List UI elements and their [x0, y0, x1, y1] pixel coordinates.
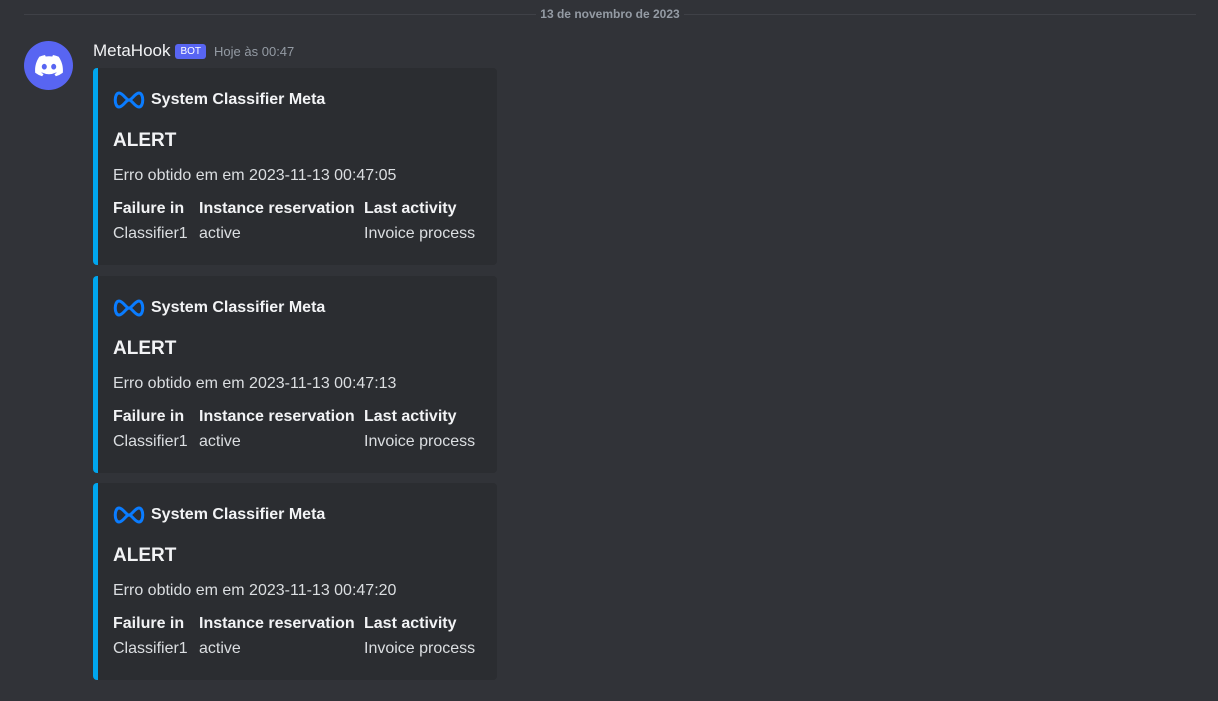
message-header: MetaHook BOT Hoje às 00:47: [93, 40, 294, 62]
embed-description: Erro obtido em em 2023-11-13 00:47:20: [113, 582, 397, 599]
field-value: Invoice process: [364, 640, 476, 657]
field-name: Last activity: [364, 408, 457, 425]
field-value: active: [199, 640, 241, 657]
embed-card: System Classifier Meta ALERT Erro obtido…: [93, 68, 497, 265]
field-value: active: [199, 433, 241, 450]
embed-title: ALERT: [113, 338, 177, 359]
embed-author: System Classifier Meta: [113, 506, 325, 524]
field-name: Last activity: [364, 200, 457, 217]
field-name: Last activity: [364, 615, 457, 632]
meta-logo-icon: [113, 506, 145, 524]
divider-line-left: [24, 13, 537, 15]
embed-field-last-activity: Last activity Invoice process: [364, 199, 475, 244]
field-value: active: [199, 225, 241, 242]
field-value: Classifier1: [113, 225, 188, 242]
avatar[interactable]: [24, 41, 73, 90]
embed-author-name[interactable]: System Classifier Meta: [151, 91, 325, 109]
embed-field-failure-in: Failure in Classifier1: [113, 199, 188, 244]
embed-author: System Classifier Meta: [113, 299, 325, 317]
embed-field-instance-reservation: Instance reservation active: [199, 199, 355, 244]
field-name: Failure in: [113, 408, 185, 425]
embed-field-instance-reservation: Instance reservation active: [199, 407, 355, 452]
date-divider-text: 13 de novembro de 2023: [540, 7, 680, 21]
field-value: Classifier1: [113, 433, 188, 450]
field-name: Instance reservation: [199, 615, 355, 632]
embed-author: System Classifier Meta: [113, 91, 325, 109]
embed-title: ALERT: [113, 130, 177, 151]
field-name: Failure in: [113, 615, 185, 632]
field-value: Invoice process: [364, 225, 476, 242]
chat-message-area: 13 de novembro de 2023 MetaHook BOT Hoje…: [0, 0, 1218, 701]
username[interactable]: MetaHook: [93, 41, 170, 61]
field-value: Invoice process: [364, 433, 476, 450]
meta-logo-icon: [113, 299, 145, 317]
message-timestamp[interactable]: Hoje às 00:47: [214, 44, 294, 59]
divider-line-right: [683, 13, 1196, 15]
embed-author-name[interactable]: System Classifier Meta: [151, 299, 325, 317]
embed-field-last-activity: Last activity Invoice process: [364, 407, 475, 452]
embed-description: Erro obtido em em 2023-11-13 00:47:13: [113, 375, 397, 392]
embed-field-last-activity: Last activity Invoice process: [364, 614, 475, 659]
date-divider: 13 de novembro de 2023: [24, 5, 1196, 23]
meta-logo-icon: [113, 91, 145, 109]
embed-title: ALERT: [113, 545, 177, 566]
field-name: Instance reservation: [199, 408, 355, 425]
field-name: Failure in: [113, 200, 185, 217]
discord-logo-icon: [34, 54, 63, 76]
embed-card: System Classifier Meta ALERT Erro obtido…: [93, 276, 497, 473]
embed-field-failure-in: Failure in Classifier1: [113, 614, 188, 659]
field-value: Classifier1: [113, 640, 188, 657]
field-name: Instance reservation: [199, 200, 355, 217]
embed-field-instance-reservation: Instance reservation active: [199, 614, 355, 659]
embed-card: System Classifier Meta ALERT Erro obtido…: [93, 483, 497, 680]
embed-author-name[interactable]: System Classifier Meta: [151, 506, 325, 524]
embed-field-failure-in: Failure in Classifier1: [113, 407, 188, 452]
embed-description: Erro obtido em em 2023-11-13 00:47:05: [113, 167, 397, 184]
bot-tag: BOT: [175, 43, 207, 59]
